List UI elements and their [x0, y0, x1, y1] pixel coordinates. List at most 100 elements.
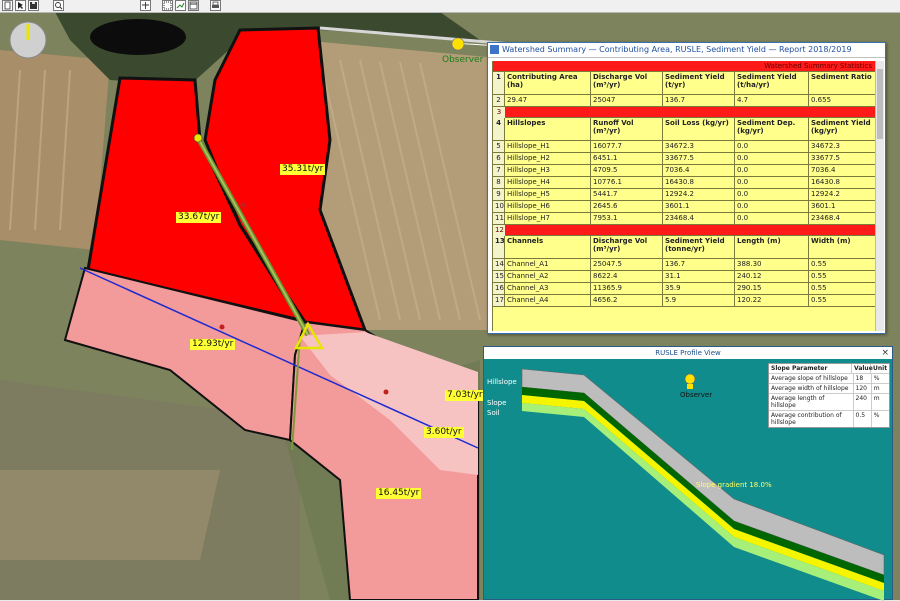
table-separator-row[interactable]: 12 — [493, 225, 876, 236]
new-doc-icon[interactable] — [2, 0, 13, 11]
profile-observer-icon[interactable] — [684, 373, 696, 385]
table-cell[interactable]: 10776.1 — [591, 177, 663, 188]
summary-table-window[interactable]: Watershed Summary — Contributing Area, R… — [487, 42, 886, 334]
table-cell[interactable]: 6451.1 — [591, 153, 663, 164]
table-cell[interactable]: Sediment Dep. (kg/yr) — [735, 118, 809, 140]
table-cell[interactable]: Channel_A3 — [505, 283, 591, 294]
select-tool-icon[interactable] — [162, 0, 173, 11]
channel-node[interactable] — [193, 133, 203, 143]
table-row[interactable]: 16 Channel_A3 11365.9 35.9 290.15 0.55 — [493, 283, 876, 295]
measure-tool-icon[interactable] — [175, 0, 186, 11]
table-cell[interactable]: 12924.2 — [809, 189, 876, 200]
table-cell[interactable]: Runoff Vol (m³/yr) — [591, 118, 663, 140]
table-cell[interactable]: 4709.5 — [591, 165, 663, 176]
table-cell[interactable]: Soil Loss (kg/yr) — [663, 118, 735, 140]
table-cell[interactable]: 0.0 — [735, 153, 809, 164]
close-icon[interactable]: × — [881, 348, 889, 358]
table-cell[interactable]: 136.7 — [663, 259, 735, 270]
table-cell[interactable]: 0.55 — [809, 259, 876, 270]
table-cell[interactable]: Hillslope_H5 — [505, 189, 591, 200]
table-cell[interactable]: 0.55 — [809, 271, 876, 282]
table-cell[interactable]: 29.47 — [505, 95, 591, 106]
table-cell[interactable]: 0.0 — [735, 213, 809, 224]
table-cell[interactable]: 35.9 — [663, 283, 735, 294]
table-cell[interactable]: 7036.4 — [809, 165, 876, 176]
table-cell[interactable]: 0.655 — [809, 95, 876, 106]
table-cell[interactable]: 120.22 — [735, 295, 809, 306]
table-cell[interactable]: 25047.5 — [591, 259, 663, 270]
table-cell[interactable]: 0.55 — [809, 295, 876, 306]
table-cell[interactable]: Hillslope_H7 — [505, 213, 591, 224]
table-cell[interactable]: 7953.1 — [591, 213, 663, 224]
table-cell[interactable]: Discharge Vol (m³/yr) — [591, 236, 663, 258]
table-header-row[interactable]: 13 Channels Discharge Vol (m³/yr) Sediment … — [493, 236, 876, 259]
table-cell[interactable]: 8622.4 — [591, 271, 663, 282]
table-cell[interactable]: 3601.1 — [809, 201, 876, 212]
table-cell[interactable]: 240.12 — [735, 271, 809, 282]
table-cell[interactable]: 136.7 — [663, 95, 735, 106]
table-header-row[interactable]: 1 Contributing Area (ha) Discharge Vol (m³… — [493, 72, 876, 95]
table-cell[interactable]: 5.9 — [663, 295, 735, 306]
table-cell[interactable]: Hillslope_H3 — [505, 165, 591, 176]
scrollbar-thumb[interactable] — [877, 69, 883, 139]
table-cell[interactable]: 16430.8 — [663, 177, 735, 188]
table-cell[interactable]: 0.0 — [735, 165, 809, 176]
table-cell[interactable]: 25047 — [591, 95, 663, 106]
table-row[interactable]: 10 Hillslope_H6 2645.6 3601.1 0.0 3601.1 — [493, 201, 876, 213]
table-cell[interactable]: 0.55 — [809, 283, 876, 294]
table-cell[interactable]: Width (m) — [809, 236, 876, 258]
table-cell[interactable]: Channel_A2 — [505, 271, 591, 282]
table-cell[interactable]: 33677.5 — [663, 153, 735, 164]
pointer-icon[interactable] — [15, 0, 26, 11]
transect-node[interactable] — [383, 389, 389, 395]
table-row[interactable]: 7 Hillslope_H3 4709.5 7036.4 0.0 7036.4 — [493, 165, 876, 177]
table-cell[interactable]: 290.15 — [735, 283, 809, 294]
table-cell[interactable]: 34672.3 — [663, 141, 735, 152]
pan-tool-icon[interactable] — [140, 0, 151, 11]
table-cell[interactable]: Sediment Yield (t/ha/yr) — [735, 72, 809, 94]
table-cell[interactable]: 0.0 — [735, 141, 809, 152]
table-cell[interactable]: 4.7 — [735, 95, 809, 106]
vertical-scrollbar[interactable] — [875, 61, 884, 331]
table-cell[interactable]: Hillslope_H2 — [505, 153, 591, 164]
table-cell[interactable]: 4656.2 — [591, 295, 663, 306]
summary-window-titlebar[interactable]: Watershed Summary — Contributing Area, R… — [488, 43, 885, 58]
table-cell[interactable]: 34672.3 — [809, 141, 876, 152]
table-cell[interactable]: Sediment Ratio — [809, 72, 876, 94]
table-cell[interactable]: 16430.8 — [809, 177, 876, 188]
print-icon[interactable] — [210, 0, 221, 11]
table-row[interactable]: 6 Hillslope_H2 6451.1 33677.5 0.0 33677.5 — [493, 153, 876, 165]
table-cell[interactable]: Contributing Area (ha) — [505, 72, 591, 94]
table-cell[interactable]: 5441.7 — [591, 189, 663, 200]
table-row[interactable]: 14 Channel_A1 25047.5 136.7 388.30 0.55 — [493, 259, 876, 271]
table-cell[interactable]: Hillslope_H6 — [505, 201, 591, 212]
table-cell[interactable]: Hillslope_H1 — [505, 141, 591, 152]
table-cell[interactable]: Discharge Vol (m³/yr) — [591, 72, 663, 94]
table-row[interactable]: 8 Hillslope_H4 10776.1 16430.8 0.0 16430.8 — [493, 177, 876, 189]
observer-marker-icon[interactable] — [451, 37, 465, 51]
table-row[interactable]: 5 Hillslope_H1 16077.7 34672.3 0.0 34672.3 — [493, 141, 876, 153]
window-icon[interactable] — [188, 0, 199, 11]
table-header-row[interactable]: 4 Hillslopes Runoff Vol (m³/yr) Soil Loss (… — [493, 118, 876, 141]
table-cell[interactable]: Hillslopes — [505, 118, 591, 140]
table-cell[interactable]: 16077.7 — [591, 141, 663, 152]
table-cell[interactable]: Sediment Yield (t/yr) — [663, 72, 735, 94]
table-cell[interactable]: Channel_A4 — [505, 295, 591, 306]
profile-window[interactable]: RUSLE Profile View × Hillslope Slope Soi… — [483, 346, 893, 601]
zoom-tool-icon[interactable] — [53, 0, 64, 11]
table-cell[interactable]: 23468.4 — [663, 213, 735, 224]
table-row[interactable]: 15 Channel_A2 8622.4 31.1 240.12 0.55 — [493, 271, 876, 283]
table-cell[interactable]: Channels — [505, 236, 591, 258]
table-row[interactable]: 9 Hillslope_H5 5441.7 12924.2 0.0 12924.2 — [493, 189, 876, 201]
table-cell[interactable]: 11365.9 — [591, 283, 663, 294]
table-cell[interactable]: Sediment Yield (tonne/yr) — [663, 236, 735, 258]
table-cell[interactable]: 0.0 — [735, 177, 809, 188]
table-cell[interactable]: Length (m) — [735, 236, 809, 258]
channel-node[interactable] — [240, 202, 246, 208]
table-cell[interactable]: 388.30 — [735, 259, 809, 270]
transect-node[interactable] — [219, 324, 225, 330]
table-cell[interactable]: 23468.4 — [809, 213, 876, 224]
summary-grid[interactable]: Watershed Summary Statistics 1 Contributi… — [492, 61, 876, 331]
table-row[interactable]: 17 Channel_A4 4656.2 5.9 120.22 0.55 — [493, 295, 876, 307]
table-cell[interactable]: Sediment Yield (kg/yr) — [809, 118, 876, 140]
